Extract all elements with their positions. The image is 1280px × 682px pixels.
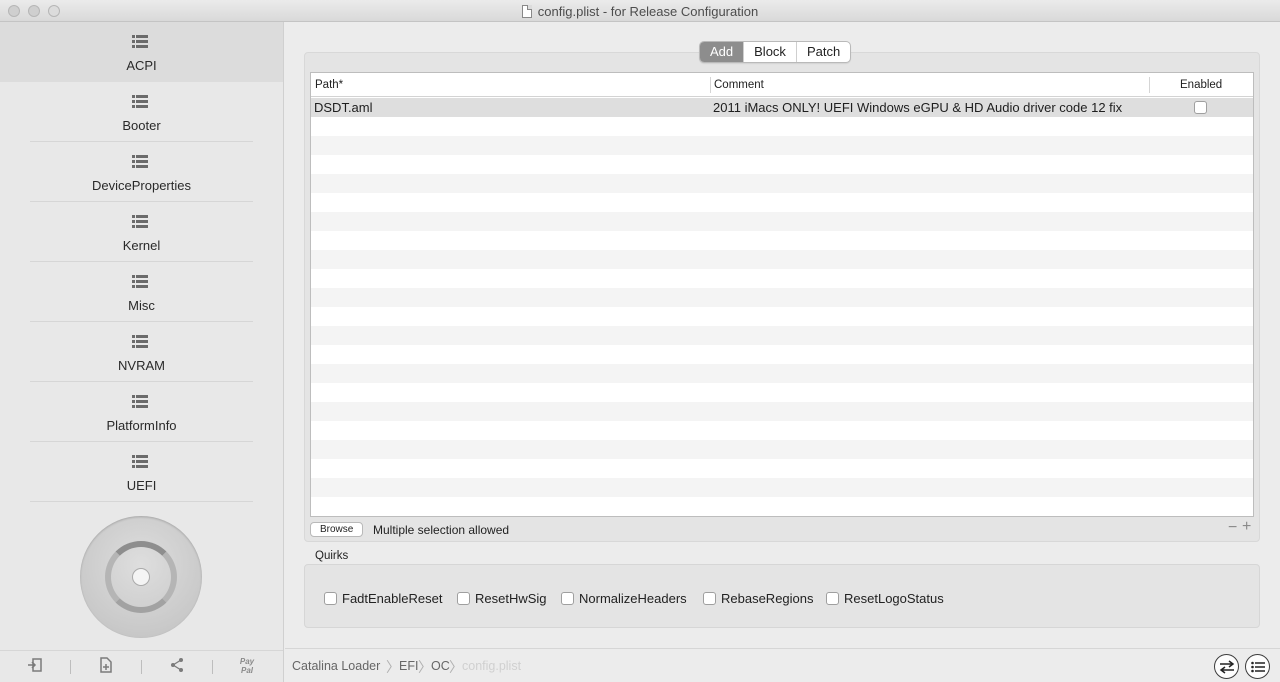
table-rows: DSDT.aml 2011 iMacs ONLY! UEFI Windows e… xyxy=(311,98,1253,516)
list-view-icon[interactable] xyxy=(1245,654,1270,679)
quirk-resethwsig[interactable]: ResetHwSig xyxy=(457,591,547,606)
share-icon[interactable] xyxy=(162,657,192,677)
column-header-enabled[interactable]: Enabled xyxy=(1180,79,1222,91)
sidebar-item-nvram[interactable]: NVRAM xyxy=(0,322,283,382)
list-icon xyxy=(132,155,148,169)
sidebar-item-acpi[interactable]: ACPI xyxy=(0,22,283,82)
chevron-right-icon: 〉 xyxy=(386,659,400,675)
add-row-button[interactable]: + xyxy=(1242,518,1251,536)
selection-note: Multiple selection allowed xyxy=(373,523,510,537)
column-header-path[interactable]: Path* xyxy=(315,79,343,91)
table-header: Path* Comment Enabled xyxy=(311,73,1253,97)
list-icon xyxy=(132,275,148,289)
list-icon xyxy=(132,455,148,469)
empty-row xyxy=(311,459,1253,478)
path-bar: Catalina Loader 〉 EFI 〉 OC 〉 config.plis… xyxy=(285,648,1280,682)
main-content: Add Block Patch Path* Comment Enabled DS… xyxy=(285,22,1280,682)
tab-patch[interactable]: Patch xyxy=(795,42,850,62)
crumb-catalina-loader[interactable]: Catalina Loader xyxy=(292,659,380,673)
empty-row xyxy=(311,402,1253,421)
sidebar-item-label: NVRAM xyxy=(118,358,165,373)
empty-row xyxy=(311,383,1253,402)
window-title: config.plist - for Release Configuration xyxy=(0,4,1280,19)
empty-row xyxy=(311,364,1253,383)
quirk-checkbox[interactable] xyxy=(457,592,470,605)
browse-button[interactable]: Browse xyxy=(310,522,364,537)
sidebar-item-label: DeviceProperties xyxy=(92,178,191,193)
sidebar-item-label: PlatformInfo xyxy=(106,418,177,433)
crumb-config-plist[interactable]: config.plist xyxy=(462,659,521,673)
empty-row xyxy=(311,174,1253,193)
empty-row xyxy=(311,269,1253,288)
empty-row xyxy=(311,117,1253,136)
crumb-oc[interactable]: OC xyxy=(431,659,450,673)
title-bar: config.plist - for Release Configuration xyxy=(0,0,1280,22)
quirk-rebaseregions[interactable]: RebaseRegions xyxy=(703,591,814,606)
empty-row xyxy=(311,231,1253,250)
paypal-donate-icon[interactable]: Pay Pal xyxy=(232,657,262,677)
empty-row xyxy=(311,288,1253,307)
sidebar-item-platforminfo[interactable]: PlatformInfo xyxy=(0,382,283,442)
list-icon xyxy=(132,95,148,109)
tab-add[interactable]: Add xyxy=(700,42,744,62)
chevron-right-icon: 〉 xyxy=(449,659,463,675)
quirk-checkbox[interactable] xyxy=(324,592,337,605)
app-logo-disc xyxy=(80,516,202,638)
empty-row xyxy=(311,136,1253,155)
sidebar-item-uefi[interactable]: UEFI xyxy=(0,442,283,502)
list-icon xyxy=(132,335,148,349)
sidebar-item-misc[interactable]: Misc xyxy=(0,262,283,322)
table-row[interactable]: DSDT.aml 2011 iMacs ONLY! UEFI Windows e… xyxy=(311,98,1253,117)
quirk-checkbox[interactable] xyxy=(826,592,839,605)
quirks-label: Quirks xyxy=(315,550,349,562)
tab-block[interactable]: Block xyxy=(743,42,796,62)
list-icon xyxy=(132,215,148,229)
quirks-panel: FadtEnableReset ResetHwSig NormalizeHead… xyxy=(304,564,1260,628)
list-icon xyxy=(132,35,148,49)
empty-row xyxy=(311,478,1253,497)
empty-row xyxy=(311,326,1253,345)
sidebar-item-label: Kernel xyxy=(122,238,161,253)
quirk-checkbox[interactable] xyxy=(703,592,716,605)
empty-row xyxy=(311,421,1253,440)
sidebar-item-kernel[interactable]: Kernel xyxy=(0,202,283,262)
empty-row xyxy=(311,250,1253,269)
empty-row xyxy=(311,307,1253,326)
sidebar-toolbar: Pay Pal xyxy=(0,650,283,682)
sidebar-item-label: Booter xyxy=(122,118,161,133)
sidebar-item-deviceproperties[interactable]: DeviceProperties xyxy=(0,142,283,202)
sidebar-item-label: ACPI xyxy=(126,58,157,73)
document-icon xyxy=(521,5,532,18)
empty-row xyxy=(311,497,1253,516)
remove-row-button[interactable]: − xyxy=(1228,519,1237,537)
sidebar-item-label: UEFI xyxy=(126,478,157,493)
quirk-checkbox[interactable] xyxy=(561,592,574,605)
swap-arrows-icon[interactable] xyxy=(1214,654,1239,679)
list-icon xyxy=(132,395,148,409)
empty-row xyxy=(311,440,1253,459)
crumb-efi[interactable]: EFI xyxy=(399,659,418,673)
new-document-icon[interactable] xyxy=(91,657,121,677)
import-icon[interactable] xyxy=(20,657,50,677)
cell-path[interactable]: DSDT.aml xyxy=(314,100,373,115)
empty-row xyxy=(311,212,1253,231)
empty-row xyxy=(311,345,1253,364)
quirk-resetlogostatus[interactable]: ResetLogoStatus xyxy=(826,591,944,606)
column-header-comment[interactable]: Comment xyxy=(714,79,764,91)
logo-center xyxy=(132,568,150,586)
empty-row xyxy=(311,155,1253,174)
empty-row xyxy=(311,193,1253,212)
sidebar-item-label: Misc xyxy=(128,298,155,313)
chevron-right-icon: 〉 xyxy=(418,659,432,675)
acpi-add-table: Path* Comment Enabled DSDT.aml 2011 iMac… xyxy=(310,72,1254,517)
cell-comment[interactable]: 2011 iMacs ONLY! UEFI Windows eGPU & HD … xyxy=(713,100,1122,115)
segmented-tabs: Add Block Patch xyxy=(699,41,852,63)
sidebar-item-booter[interactable]: Booter xyxy=(0,82,283,142)
enabled-checkbox[interactable] xyxy=(1194,101,1207,114)
quirk-normalizeheaders[interactable]: NormalizeHeaders xyxy=(561,591,687,606)
quirk-fadtenablereset[interactable]: FadtEnableReset xyxy=(324,591,442,606)
sidebar: ACPI Booter DeviceProperties Kernel Misc… xyxy=(0,22,284,682)
